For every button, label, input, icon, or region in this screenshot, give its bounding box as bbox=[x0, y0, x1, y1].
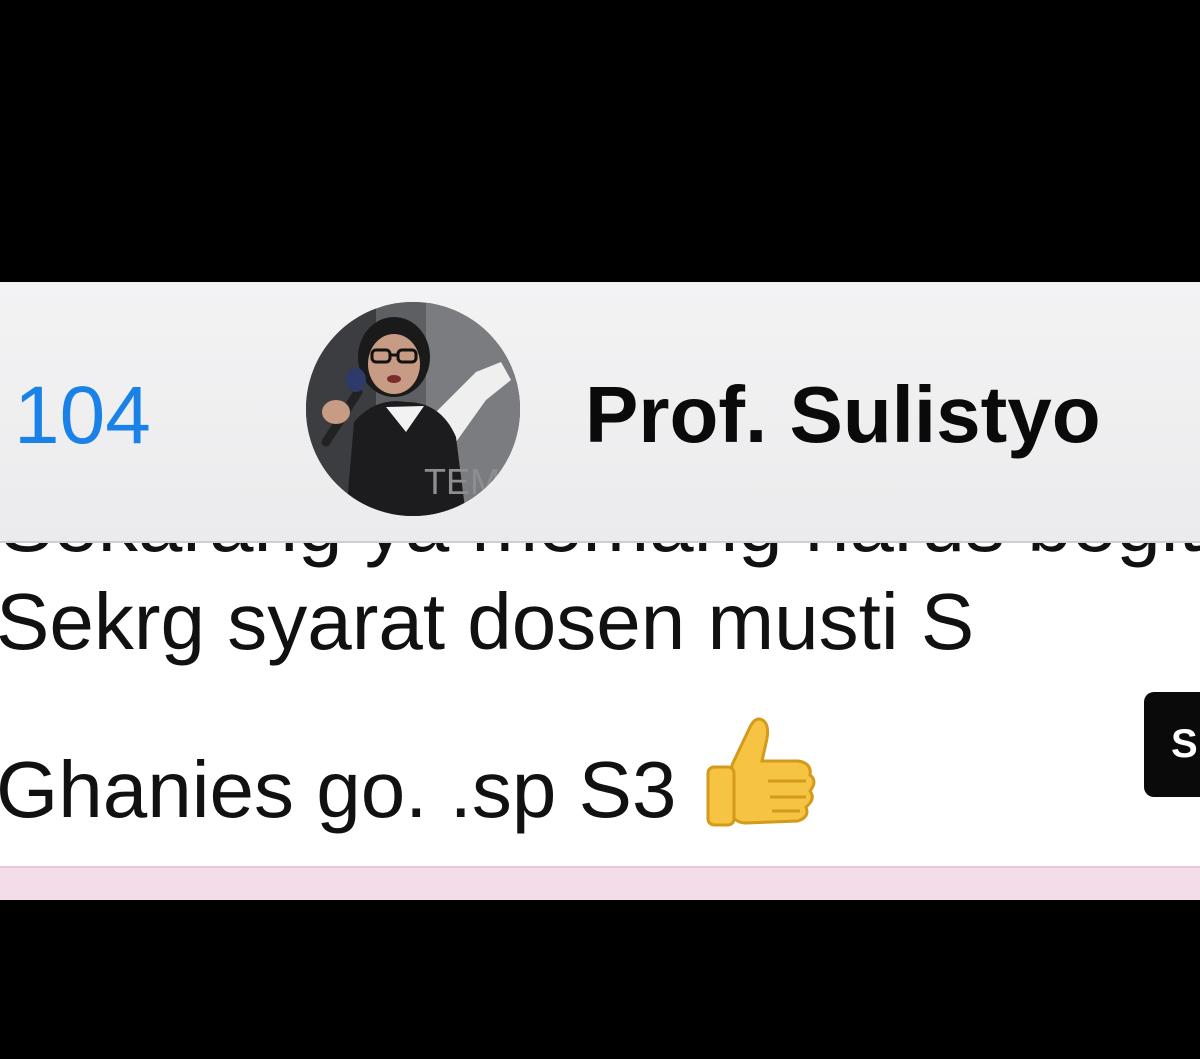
avatar-watermark: TEM bbox=[424, 461, 500, 502]
back-count[interactable]: 104 bbox=[14, 368, 151, 464]
message-line-2: Ghanies go. .sp S3 bbox=[0, 711, 820, 851]
message-divider-strip bbox=[0, 866, 1200, 900]
letterbox-top bbox=[0, 0, 1200, 282]
message-line-2-text: Ghanies go. .sp S3 bbox=[0, 745, 677, 834]
chat-header: 104 TEM Prof. Sulistyo bbox=[0, 282, 1200, 542]
side-chip[interactable]: S bbox=[1144, 692, 1200, 797]
letterbox-bottom bbox=[0, 900, 1200, 1059]
message-line-1: Sekrg syarat dosen musti S bbox=[0, 577, 975, 666]
avatar[interactable]: TEM bbox=[306, 302, 520, 516]
contact-name[interactable]: Prof. Sulistyo bbox=[585, 368, 1101, 462]
message-clipped-line: Sekarang ya memang harus begitu juga ya bbox=[0, 543, 1200, 571]
thumbs-up-icon bbox=[702, 711, 820, 851]
message-bubble: Sekarang ya memang harus begitu juga ya … bbox=[0, 543, 1200, 867]
avatar-photo: TEM bbox=[306, 302, 520, 516]
